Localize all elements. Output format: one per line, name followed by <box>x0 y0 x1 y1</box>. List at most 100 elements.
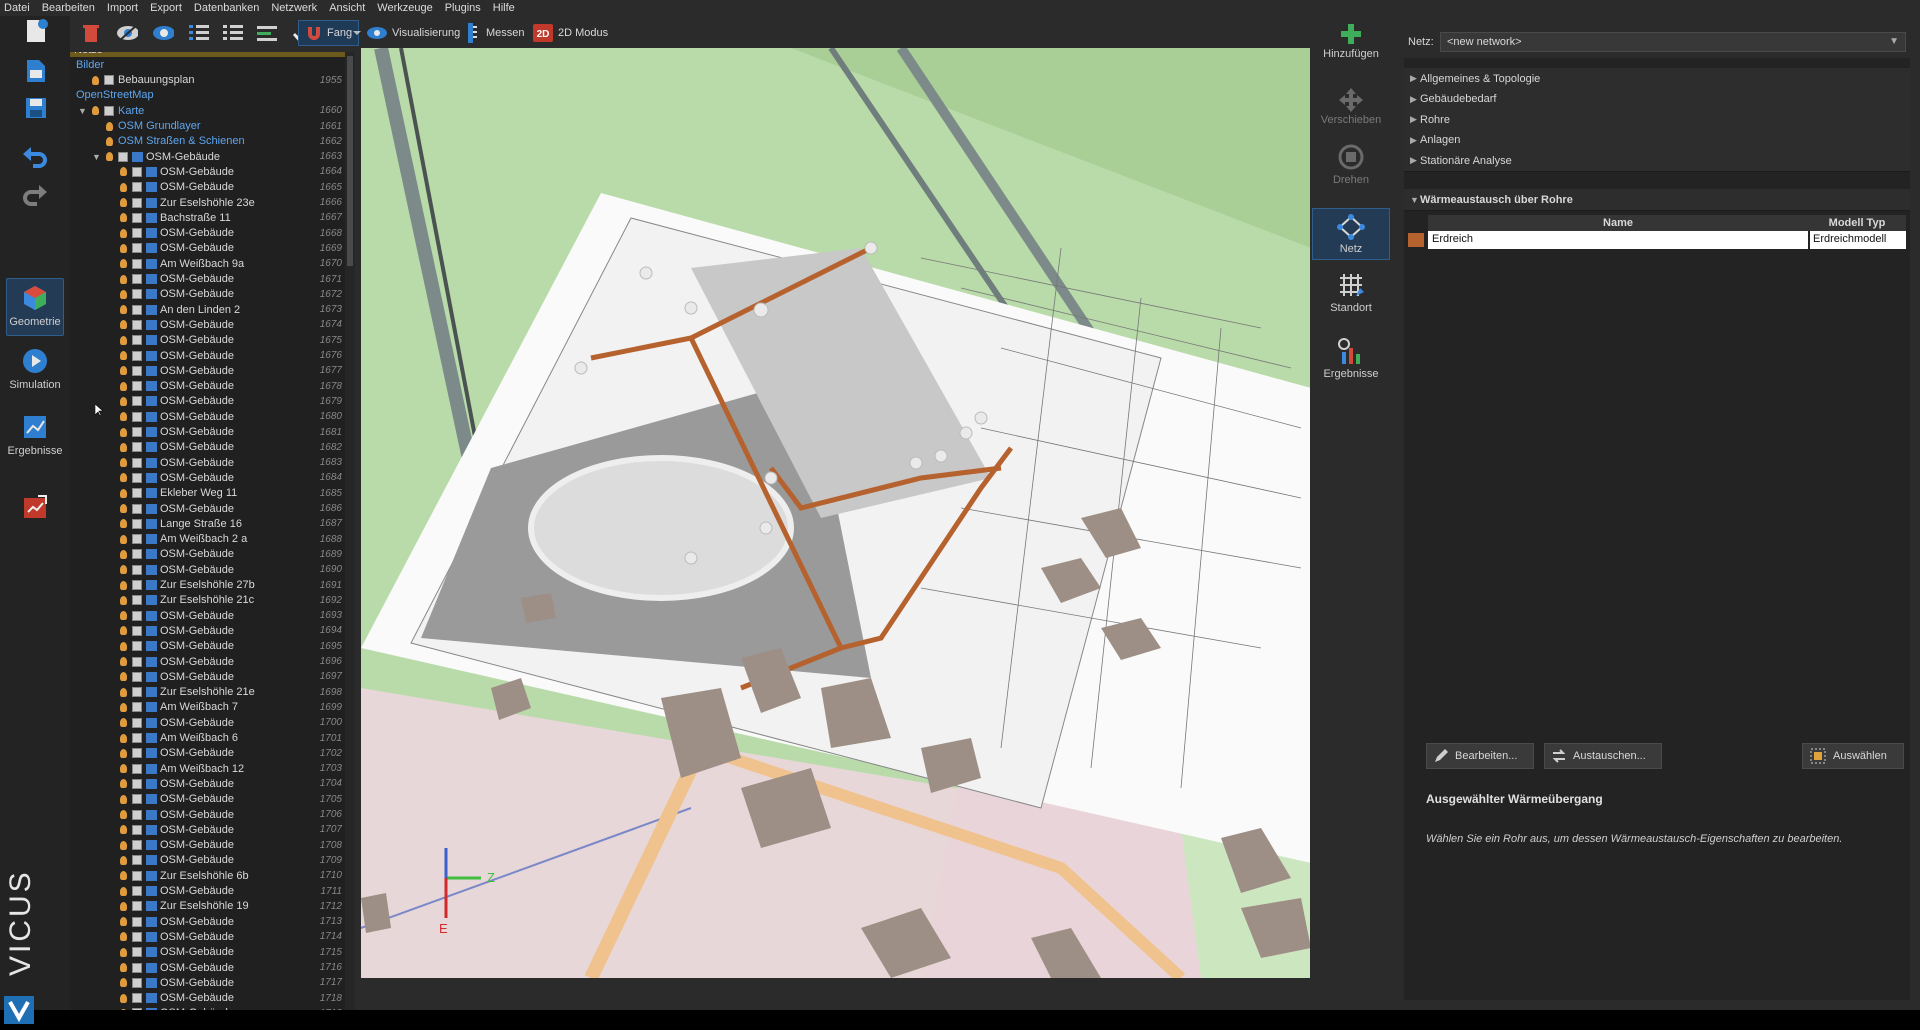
scene-3d-map[interactable]: Z E <box>361 48 1311 978</box>
delete-button[interactable] <box>80 20 102 46</box>
visibility-bulb-icon[interactable] <box>120 534 127 544</box>
menu-item-8[interactable]: Plugins <box>445 2 481 14</box>
checkbox[interactable] <box>132 182 142 193</box>
3d-viewport[interactable]: Z E <box>361 48 1311 978</box>
tree-row[interactable]: Am Weißbach 6 1701 <box>70 731 346 746</box>
visibility-bulb-icon[interactable] <box>120 305 127 315</box>
auswaehlen-button[interactable]: Auswählen <box>1802 743 1904 769</box>
visibility-bulb-icon[interactable] <box>120 289 127 299</box>
tree-row[interactable]: OSM-Gebäude 1704 <box>70 776 346 791</box>
tree-row[interactable]: Zur Eselshöhle 6b 1710 <box>70 868 346 883</box>
tree-row[interactable]: OSM-Gebäude 1716 <box>70 960 346 975</box>
tree-row[interactable]: ▶Netze <box>70 52 346 57</box>
visibility-bulb-icon[interactable] <box>120 198 127 207</box>
checkbox[interactable] <box>132 335 142 346</box>
tree-row[interactable]: Zur Eselshöhle 21c 1692 <box>70 593 346 608</box>
visibility-bulb-icon[interactable] <box>92 106 99 116</box>
visualisierung-button[interactable]: Visualisierung <box>366 20 460 46</box>
tree-row[interactable]: OSM-Gebäude 1681 <box>70 425 346 440</box>
checkbox[interactable] <box>132 319 142 330</box>
tree-row[interactable]: OSM-Gebäude 1694 <box>70 623 346 638</box>
visibility-bulb-icon[interactable] <box>120 228 127 238</box>
tree-row[interactable]: OSM-Gebäude 1717 <box>70 975 346 990</box>
checkbox[interactable] <box>132 1008 142 1010</box>
tree-row[interactable]: Am Weißbach 12 1703 <box>70 761 346 776</box>
checkbox[interactable] <box>132 733 142 743</box>
checkbox[interactable] <box>132 350 142 361</box>
checkbox[interactable] <box>132 457 142 468</box>
visibility-bulb-icon[interactable] <box>92 75 99 85</box>
checkbox[interactable] <box>132 625 142 636</box>
checkbox[interactable] <box>132 993 142 1004</box>
visibility-bulb-icon[interactable] <box>120 733 127 743</box>
checkbox[interactable] <box>132 778 142 789</box>
menu-item-1[interactable]: Bearbeiten <box>42 2 95 14</box>
tree-row[interactable]: ▼ OSM-Gebäude 1663 <box>70 149 346 164</box>
checkbox[interactable] <box>104 105 114 116</box>
hinzufuegen-button[interactable]: Hinzufügen <box>1312 22 1390 60</box>
tree-row[interactable]: OSM-Gebäude 1684 <box>70 470 346 485</box>
tree-row[interactable]: OSM-Gebäude 1718 <box>70 991 346 1006</box>
cell-modell-typ[interactable]: Erdreichmodell <box>1810 231 1906 249</box>
visibility-bulb-icon[interactable] <box>120 993 127 1003</box>
table-row[interactable]: Erdreich Erdreichmodell <box>1408 231 1906 249</box>
undo-button[interactable] <box>6 144 64 170</box>
tree-row[interactable]: OSM-Gebäude 1697 <box>70 669 346 684</box>
checkbox[interactable] <box>132 641 142 652</box>
menu-item-5[interactable]: Netzwerk <box>271 2 317 14</box>
tree-row[interactable]: OSM-Gebäude 1674 <box>70 317 346 332</box>
tree-row[interactable]: OSM-Gebäude 1690 <box>70 562 346 577</box>
checkbox[interactable] <box>132 855 142 866</box>
tree-row[interactable]: OSM-Gebäude 1706 <box>70 807 346 822</box>
tree-row[interactable]: Zur Eselshöhle 21e 1698 <box>70 685 346 700</box>
visibility-bulb-icon[interactable] <box>120 381 127 391</box>
visibility-bulb-icon[interactable] <box>120 519 127 529</box>
visibility-bulb-icon[interactable] <box>120 366 127 376</box>
visibility-bulb-icon[interactable] <box>120 458 127 468</box>
tree-row[interactable]: Ekleber Weg 11 1685 <box>70 486 346 501</box>
visibility-bulb-icon[interactable] <box>120 718 127 728</box>
visibility-bulb-icon[interactable] <box>120 274 127 284</box>
tree-row[interactable]: OSM-Gebäude 1707 <box>70 822 346 837</box>
checkbox[interactable] <box>132 901 142 912</box>
deselect-button[interactable] <box>222 20 244 46</box>
section-header[interactable]: ▶ Allgemeines & Topologie <box>1404 68 1910 90</box>
checkbox[interactable] <box>132 564 142 575</box>
visibility-bulb-icon[interactable] <box>120 641 127 651</box>
fang-button[interactable]: Fang <box>298 20 360 46</box>
visibility-bulb-icon[interactable] <box>120 335 127 345</box>
tree-row[interactable]: ▼ OpenStreetMap <box>70 88 346 103</box>
section-header[interactable]: ▶ Rohre <box>1404 109 1910 132</box>
checkbox[interactable] <box>132 243 142 254</box>
tree-row[interactable]: OSM-Gebäude 1664 <box>70 164 346 179</box>
visibility-bulb-icon[interactable] <box>120 320 127 330</box>
tree-row[interactable]: Zur Eselshöhle 23e 1666 <box>70 195 346 210</box>
menu-item-4[interactable]: Datenbanken <box>194 2 259 14</box>
visibility-bulb-icon[interactable] <box>120 396 127 406</box>
tree-row[interactable]: OSM-Gebäude 1695 <box>70 639 346 654</box>
tree-row[interactable]: Am Weißbach 2 a 1688 <box>70 532 346 547</box>
tree-row[interactable]: Zur Eselshöhle 19 1712 <box>70 899 346 914</box>
tree-row[interactable]: OSM-Gebäude 1693 <box>70 608 346 623</box>
tree-row[interactable]: OSM-Gebäude 1679 <box>70 394 346 409</box>
tree-row[interactable]: OSM-Gebäude 1683 <box>70 455 346 470</box>
visibility-bulb-icon[interactable] <box>120 963 127 972</box>
visibility-bulb-icon[interactable] <box>120 840 127 850</box>
verschieben-button[interactable]: Verschieben <box>1312 86 1390 126</box>
visibility-bulb-icon[interactable] <box>120 886 127 896</box>
visibility-bulb-icon[interactable] <box>120 672 127 682</box>
tree-row[interactable]: ▼ Bilder <box>70 57 346 72</box>
standort-button[interactable]: Standort <box>1312 270 1390 314</box>
tree-row[interactable]: OSM-Gebäude 1709 <box>70 853 346 868</box>
tree-row[interactable]: OSM-Gebäude 1700 <box>70 715 346 730</box>
visibility-bulb-icon[interactable] <box>120 427 127 437</box>
visibility-bulb-icon[interactable] <box>120 182 127 192</box>
visibility-bulb-icon[interactable] <box>120 504 127 513</box>
col-header-modell-typ[interactable]: Modell Typ <box>1808 217 1906 229</box>
visibility-bulb-icon[interactable] <box>120 917 127 927</box>
tree-row[interactable]: OSM-Gebäude 1671 <box>70 272 346 287</box>
visibility-bulb-icon[interactable] <box>120 932 127 942</box>
menu-item-6[interactable]: Ansicht <box>329 2 365 14</box>
netz-button[interactable]: Netz <box>1312 208 1390 260</box>
chevron-down-icon[interactable]: ▼ <box>92 152 101 162</box>
